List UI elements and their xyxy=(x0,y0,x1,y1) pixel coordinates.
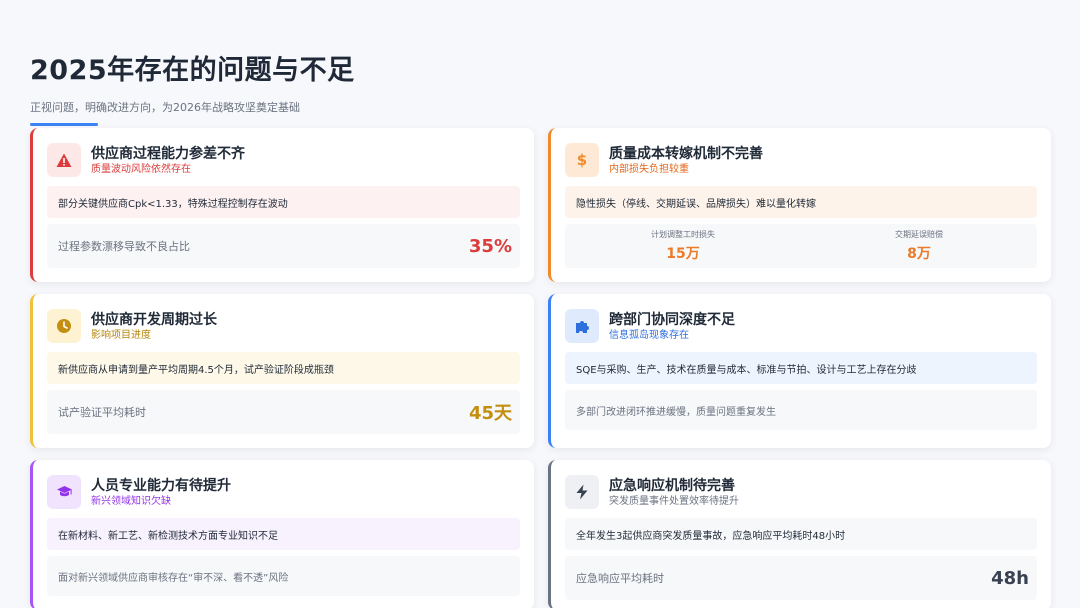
card-description: 在新材料、新工艺、新检测技术方面专业知识不足 xyxy=(47,518,520,550)
card-metric: 应急响应平均耗时 48h xyxy=(565,556,1037,600)
lightning-icon xyxy=(565,475,599,509)
card-title: 质量成本转嫁机制不完善 xyxy=(609,145,763,162)
card-description: SQE与采购、生产、技术在质量与成本、标准与节拍、设计与工艺上存在分歧 xyxy=(565,352,1037,384)
card-note: 多部门改进闭环推进缓慢，质量问题重复发生 xyxy=(565,390,1037,430)
card-title: 供应商过程能力参差不齐 xyxy=(91,145,245,162)
title-underline xyxy=(30,123,98,126)
card-metric: 过程参数漂移导致不良占比 35% xyxy=(47,224,520,268)
card-metric: 试产验证平均耗时 45天 xyxy=(47,390,520,434)
puzzle-icon xyxy=(565,309,599,343)
metric-label: 交期延误赔偿 xyxy=(895,230,943,239)
page-subtitle: 正视问题，明确改进方向，为2026年战略攻坚奠定基础 xyxy=(30,101,300,114)
card-description: 新供应商从申请到量产平均周期4.5个月，试产验证阶段成瓶颈 xyxy=(47,352,520,384)
metric-value: 48h xyxy=(991,567,1029,589)
issue-card-dev-cycle: 供应商开发周期过长 影响项目进度 新供应商从申请到量产平均周期4.5个月，试产验… xyxy=(30,294,534,448)
card-description: 隐性损失（停线、交期延误、品牌损失）难以量化转嫁 xyxy=(565,186,1037,218)
metric-value: 15万 xyxy=(666,246,700,262)
metric-value: 8万 xyxy=(907,246,931,262)
card-tag: 突发质量事件处置效率待提升 xyxy=(609,495,739,507)
metric-value: 35% xyxy=(468,235,512,257)
card-description: 部分关键供应商Cpk<1.33，特殊过程控制存在波动 xyxy=(47,186,520,218)
card-title: 跨部门协同深度不足 xyxy=(609,311,735,328)
metric-value: 45天 xyxy=(468,403,512,424)
page-header: 2025年存在的问题与不足 正视问题，明确改进方向，为2026年战略攻坚奠定基础 xyxy=(30,48,355,126)
card-note: 面对新兴领域供应商审核存在“审不深、看不透”风险 xyxy=(47,556,520,596)
metric-label: 计划调整工时损失 xyxy=(651,230,715,239)
metric-label: 过程参数漂移导致不良占比 xyxy=(58,240,190,253)
card-metrics: 计划调整工时损失 15万 交期延误赔偿 8万 xyxy=(565,224,1037,268)
card-description: 全年发生3起供应商突发质量事故，应急响应平均耗时48小时 xyxy=(565,518,1037,550)
metric-column: 计划调整工时损失 15万 xyxy=(565,224,801,268)
card-tag: 内部损失负担较重 xyxy=(609,163,689,175)
metric-label: 试产验证平均耗时 xyxy=(58,406,146,419)
issue-card-staff-skill: 人员专业能力有待提升 新兴领域知识欠缺 在新材料、新工艺、新检测技术方面专业知识… xyxy=(30,460,534,608)
dollar-icon: $ xyxy=(565,143,599,177)
graduation-cap-icon xyxy=(47,475,81,509)
warning-icon xyxy=(47,143,81,177)
issue-card-supplier-capability: 供应商过程能力参差不齐 质量波动风险依然存在 部分关键供应商Cpk<1.33，特… xyxy=(30,128,534,282)
card-tag: 信息孤岛现象存在 xyxy=(609,329,689,341)
card-tag: 新兴领域知识欠缺 xyxy=(91,495,171,507)
clock-icon xyxy=(47,309,81,343)
card-title: 供应商开发周期过长 xyxy=(91,311,217,328)
issues-grid: 供应商过程能力参差不齐 质量波动风险依然存在 部分关键供应商Cpk<1.33，特… xyxy=(30,128,1051,608)
issue-card-emergency-response: 应急响应机制待完善 突发质量事件处置效率待提升 全年发生3起供应商突发质量事故，… xyxy=(548,460,1051,608)
card-tag: 质量波动风险依然存在 xyxy=(91,163,191,175)
metric-label: 应急响应平均耗时 xyxy=(576,572,664,585)
issue-card-quality-cost: $ 质量成本转嫁机制不完善 内部损失负担较重 隐性损失（停线、交期延误、品牌损失… xyxy=(548,128,1051,282)
card-title: 人员专业能力有待提升 xyxy=(91,477,231,494)
issue-card-cross-dept: 跨部门协同深度不足 信息孤岛现象存在 SQE与采购、生产、技术在质量与成本、标准… xyxy=(548,294,1051,448)
metric-column: 交期延误赔偿 8万 xyxy=(801,224,1037,268)
card-title: 应急响应机制待完善 xyxy=(609,477,735,494)
card-tag: 影响项目进度 xyxy=(91,329,151,341)
page-title: 2025年存在的问题与不足 xyxy=(30,55,355,86)
